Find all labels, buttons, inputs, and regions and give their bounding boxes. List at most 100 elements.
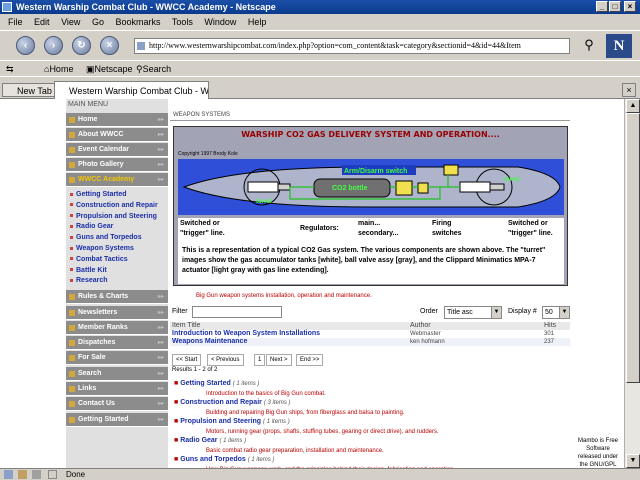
sidebar-subitem[interactable]: Combat Tactics xyxy=(70,256,128,263)
sidebar-item[interactable]: Newsletters ▸▸ xyxy=(66,305,168,320)
category-link[interactable]: Guns and Torpedos xyxy=(180,456,246,463)
arm-disarm-label: Arm/Disarm switch xyxy=(344,168,407,175)
filter-input[interactable] xyxy=(192,306,282,318)
sidebar: MAIN MENU Home ▸▸ About WWCC ▸▸ Event Calend… xyxy=(66,99,168,468)
category-desc: Building and repairing Big Gun ships, fr… xyxy=(206,410,405,416)
close-window-button[interactable]: × xyxy=(624,1,636,12)
close-tab-icon[interactable]: × xyxy=(622,83,636,97)
sidebar-item[interactable]: Dispatches ▸▸ xyxy=(66,336,168,351)
back-icon[interactable]: ‹ xyxy=(16,36,35,55)
sidebar-subitem[interactable]: Battle Kit xyxy=(70,267,107,274)
pager-page-1[interactable]: 1 xyxy=(254,354,266,366)
menu-file[interactable]: File xyxy=(8,17,23,27)
sidebar-subitem[interactable]: Weapon Systems xyxy=(70,245,134,252)
address-bar[interactable]: http://www.westernwarshipcombat.com/inde… xyxy=(134,38,570,54)
row-title-link[interactable]: Weapons Maintenance xyxy=(172,338,247,346)
pager-start[interactable]: << Start xyxy=(172,354,202,366)
header-title: Item Title xyxy=(172,322,201,329)
sidebar-subitem-label: Propulsion and Steering xyxy=(76,212,157,220)
table-row: Weapons Maintenance ken hofmann 237 xyxy=(170,338,570,346)
forward-icon[interactable]: › xyxy=(44,36,63,55)
bookmarks-icon[interactable]: ⇆ xyxy=(6,61,14,77)
menu-window[interactable]: Window xyxy=(204,17,236,27)
sidebar-item[interactable]: Getting Started ▸▸ xyxy=(66,412,168,427)
sidebar-item[interactable]: About WWCC ▸▸ xyxy=(66,128,168,142)
category-link[interactable]: Propulsion and Steering xyxy=(180,418,261,425)
sidebar-item-label: About WWCC xyxy=(78,131,124,138)
display-value: 50 xyxy=(545,309,553,316)
bullet-icon xyxy=(69,177,75,183)
category-link[interactable]: Getting Started xyxy=(180,380,231,387)
left-gutter xyxy=(0,99,64,468)
menu-bookmarks[interactable]: Bookmarks xyxy=(115,17,160,27)
pager-end[interactable]: End >> xyxy=(296,354,324,366)
pager-previous[interactable]: < Previous xyxy=(207,354,244,366)
row-title-link[interactable]: Introduction to Weapon System Installati… xyxy=(172,330,320,338)
sidebar-item[interactable]: Contact Us ▸▸ xyxy=(66,397,168,412)
mail-icon[interactable] xyxy=(18,470,27,479)
sidebar-subitem[interactable]: Research xyxy=(70,277,108,284)
sidebar-item-label: Event Calendar xyxy=(78,146,129,153)
minimize-button[interactable]: _ xyxy=(596,1,608,12)
sidebar-item[interactable]: Rules & Charts ▸▸ xyxy=(66,290,168,305)
scroll-down-icon[interactable]: ▼ xyxy=(626,454,640,468)
bullet-icon xyxy=(69,416,75,423)
scroll-thumb[interactable] xyxy=(626,113,640,383)
sidebar-item[interactable]: Home ▸▸ xyxy=(66,113,168,127)
sidebar-item[interactable]: Search ▸▸ xyxy=(66,366,168,381)
sidebar-item[interactable]: Event Calendar ▸▸ xyxy=(66,143,168,157)
label-trigger-right: "trigger" line. xyxy=(508,230,553,237)
category-count: ( 3 items ) xyxy=(263,400,291,406)
search-icon[interactable]: ⚲ xyxy=(580,37,598,55)
personal-toolbar: ⇆ ⌂ Home ▣ Netscape ⚲ Search xyxy=(0,60,640,76)
stop-icon[interactable]: × xyxy=(100,36,119,55)
order-label: Order xyxy=(420,308,438,315)
sidebar-subitem[interactable]: Construction and Repair xyxy=(70,202,158,209)
label-trigger-left: "trigger" line. xyxy=(180,230,225,237)
new-tab-button[interactable]: New Tab xyxy=(2,83,57,97)
label-switched-left: Switched or xyxy=(180,220,220,227)
bullet-icon xyxy=(69,162,75,168)
category-link[interactable]: Radio Gear xyxy=(180,437,217,444)
label-regulators: Regulators: xyxy=(300,225,339,232)
menu-bar: File Edit View Go Bookmarks Tools Window… xyxy=(0,14,640,30)
sidebar-item[interactable]: Member Ranks ▸▸ xyxy=(66,320,168,335)
dots-icon: ▸▸ xyxy=(157,294,164,301)
chevron-down-icon: ▼ xyxy=(559,307,569,318)
sidebar-subitem[interactable]: Guns and Torpedos xyxy=(70,234,142,241)
bullet-icon xyxy=(69,324,75,331)
category-link[interactable]: Construction and Repair xyxy=(180,399,262,406)
main-content: WEAPON SYSTEMS WARSHIP CO2 GAS DELIVERY … xyxy=(170,99,624,468)
sidebar-item[interactable]: Links ▸▸ xyxy=(66,382,168,396)
menu-tools[interactable]: Tools xyxy=(172,17,193,27)
sidebar-subitem[interactable]: Radio Gear xyxy=(70,223,113,230)
menu-help[interactable]: Help xyxy=(248,17,267,27)
sidebar-item-label: Photo Gallery xyxy=(78,161,124,168)
sidebar-subitem[interactable]: Getting Started xyxy=(70,191,127,198)
order-select[interactable]: Title asc ▼ xyxy=(444,306,502,319)
composer-icon[interactable] xyxy=(32,470,41,479)
co2-bottle-label: CO2 bottle xyxy=(332,185,367,192)
dots-icon: ▸▸ xyxy=(157,309,164,316)
netscape-link[interactable]: ▣ Netscape xyxy=(86,61,133,77)
menu-go[interactable]: Go xyxy=(92,17,104,27)
dots-icon: ▸▸ xyxy=(157,117,164,123)
section-title: WEAPON SYSTEMS xyxy=(170,109,570,121)
dots-icon: ▸▸ xyxy=(157,386,164,392)
sidebar-item[interactable]: WWCC Academy ▸▸ xyxy=(66,173,168,187)
search-link[interactable]: ⚲ Search xyxy=(136,61,171,77)
menu-view[interactable]: View xyxy=(61,17,80,27)
sidebar-subitem[interactable]: Propulsion and Steering xyxy=(70,213,157,220)
vertical-scrollbar[interactable]: ▲ ▼ xyxy=(624,99,640,468)
display-select[interactable]: 50 ▼ xyxy=(542,306,570,319)
sidebar-item[interactable]: For Sale ▸▸ xyxy=(66,351,168,366)
navigation-toolbar: ‹ › ↻ × http://www.westernwarshipcombat.… xyxy=(0,30,640,60)
scroll-up-icon[interactable]: ▲ xyxy=(626,99,640,113)
sidebar-item[interactable]: Photo Gallery ▸▸ xyxy=(66,158,168,172)
menu-edit[interactable]: Edit xyxy=(34,17,50,27)
home-link[interactable]: ⌂ Home xyxy=(44,61,73,77)
pager-next[interactable]: Next > xyxy=(266,354,292,366)
tab-active[interactable]: Western Warship Combat Club - W... xyxy=(54,81,209,99)
maximize-button[interactable]: □ xyxy=(609,1,621,12)
reload-icon[interactable]: ↻ xyxy=(72,36,91,55)
